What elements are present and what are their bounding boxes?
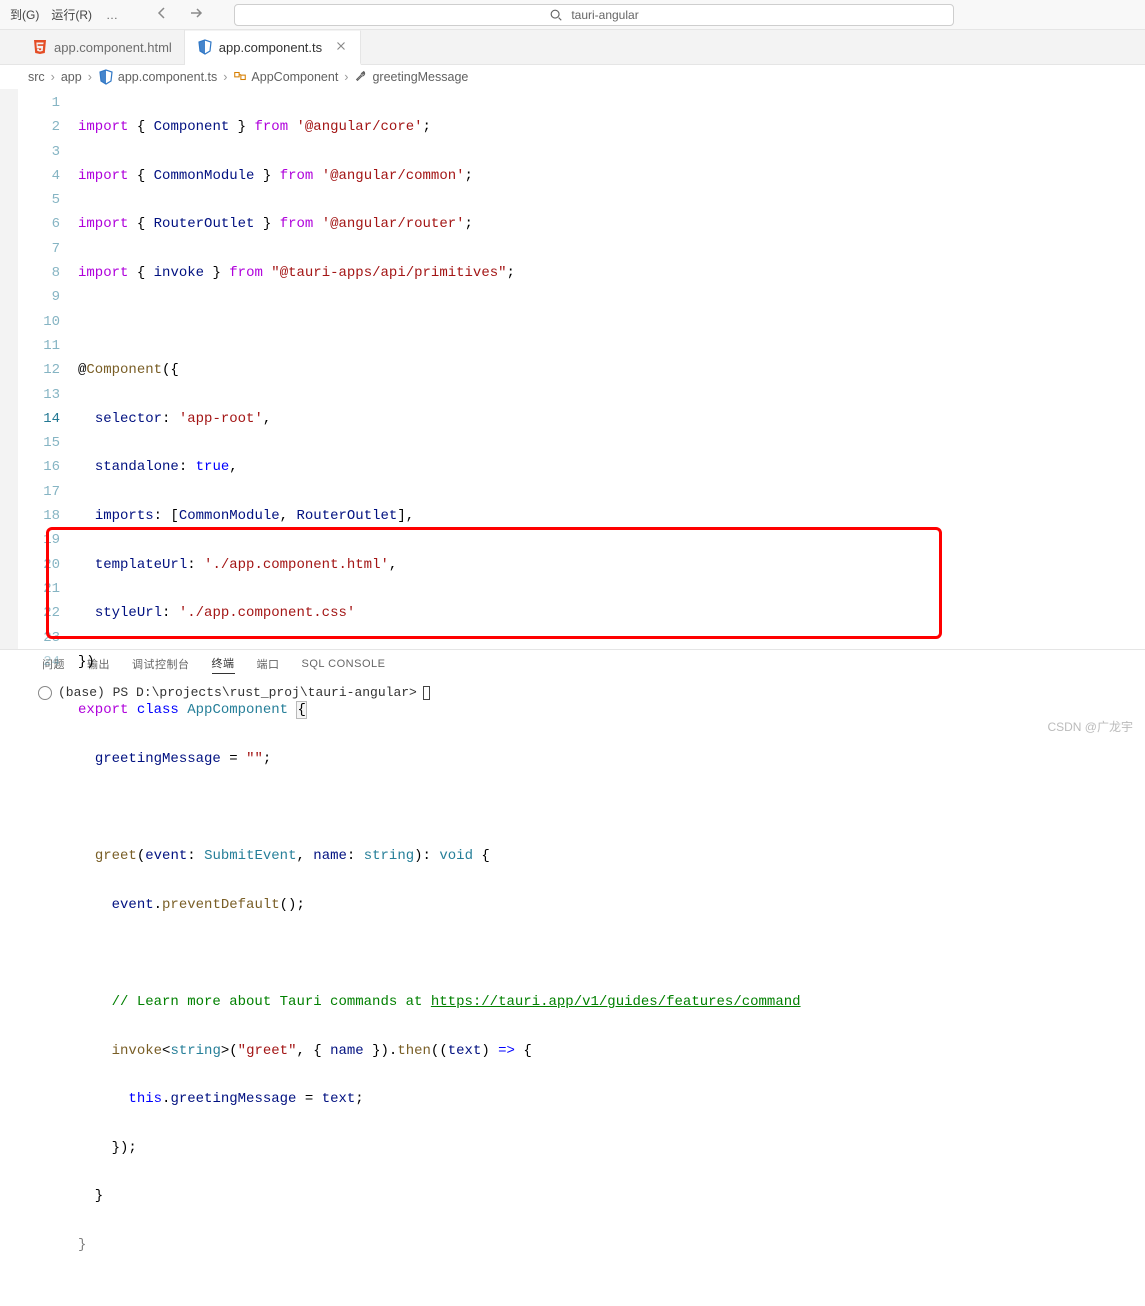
terminal-status-icon — [38, 686, 52, 700]
angular-ts-icon — [197, 39, 213, 55]
breadcrumb[interactable]: src › app › app.component.ts › AppCompon… — [0, 65, 1145, 89]
comment-link[interactable]: https://tauri.app/v1/guides/features/com… — [431, 994, 801, 1010]
tab-label: app.component.html — [54, 40, 172, 55]
search-placeholder: tauri-angular — [571, 8, 638, 22]
class-icon — [233, 69, 247, 86]
tab-label: app.component.ts — [219, 40, 322, 55]
menu-overflow-icon[interactable]: … — [106, 8, 124, 22]
code-content[interactable]: import { Component } from '@angular/core… — [78, 89, 1145, 649]
tab-app-component-ts[interactable]: app.component.ts — [185, 30, 361, 65]
angular-ts-icon — [98, 69, 114, 85]
editor-tab-bar: app.component.html app.component.ts — [0, 30, 1145, 65]
editor-left-margin — [0, 89, 18, 649]
chevron-right-icon: › — [88, 70, 92, 84]
breadcrumb-symbol-property[interactable]: greetingMessage — [354, 69, 468, 86]
html5-icon — [32, 39, 48, 55]
close-icon[interactable] — [334, 39, 348, 56]
search-icon — [549, 8, 563, 22]
command-center[interactable]: tauri-angular — [234, 4, 954, 26]
chevron-right-icon: › — [223, 70, 227, 84]
breadcrumb-symbol-class[interactable]: AppComponent — [233, 69, 338, 86]
chevron-right-icon: › — [344, 70, 348, 84]
tab-app-component-html[interactable]: app.component.html — [20, 30, 185, 64]
breadcrumb-item[interactable]: app.component.ts — [98, 69, 217, 85]
title-bar: 到(G) 运行(R) … tauri-angular — [0, 0, 1145, 30]
menu-goto[interactable]: 到(G) — [4, 6, 45, 23]
menu-run[interactable]: 运行(R) — [45, 6, 98, 23]
line-gutter: 12345 678910 1112131415 1617181920 21222… — [18, 89, 78, 649]
breadcrumb-item[interactable]: app — [61, 70, 82, 84]
chevron-right-icon: › — [51, 70, 55, 84]
wrench-icon — [354, 69, 368, 86]
watermark: CSDN @广龙宇 — [1047, 718, 1133, 735]
nav-back-icon[interactable] — [154, 5, 170, 24]
code-editor[interactable]: 12345 678910 1112131415 1617181920 21222… — [0, 89, 1145, 649]
nav-history — [154, 5, 204, 24]
breadcrumb-item[interactable]: src — [28, 70, 45, 84]
nav-forward-icon[interactable] — [188, 5, 204, 24]
